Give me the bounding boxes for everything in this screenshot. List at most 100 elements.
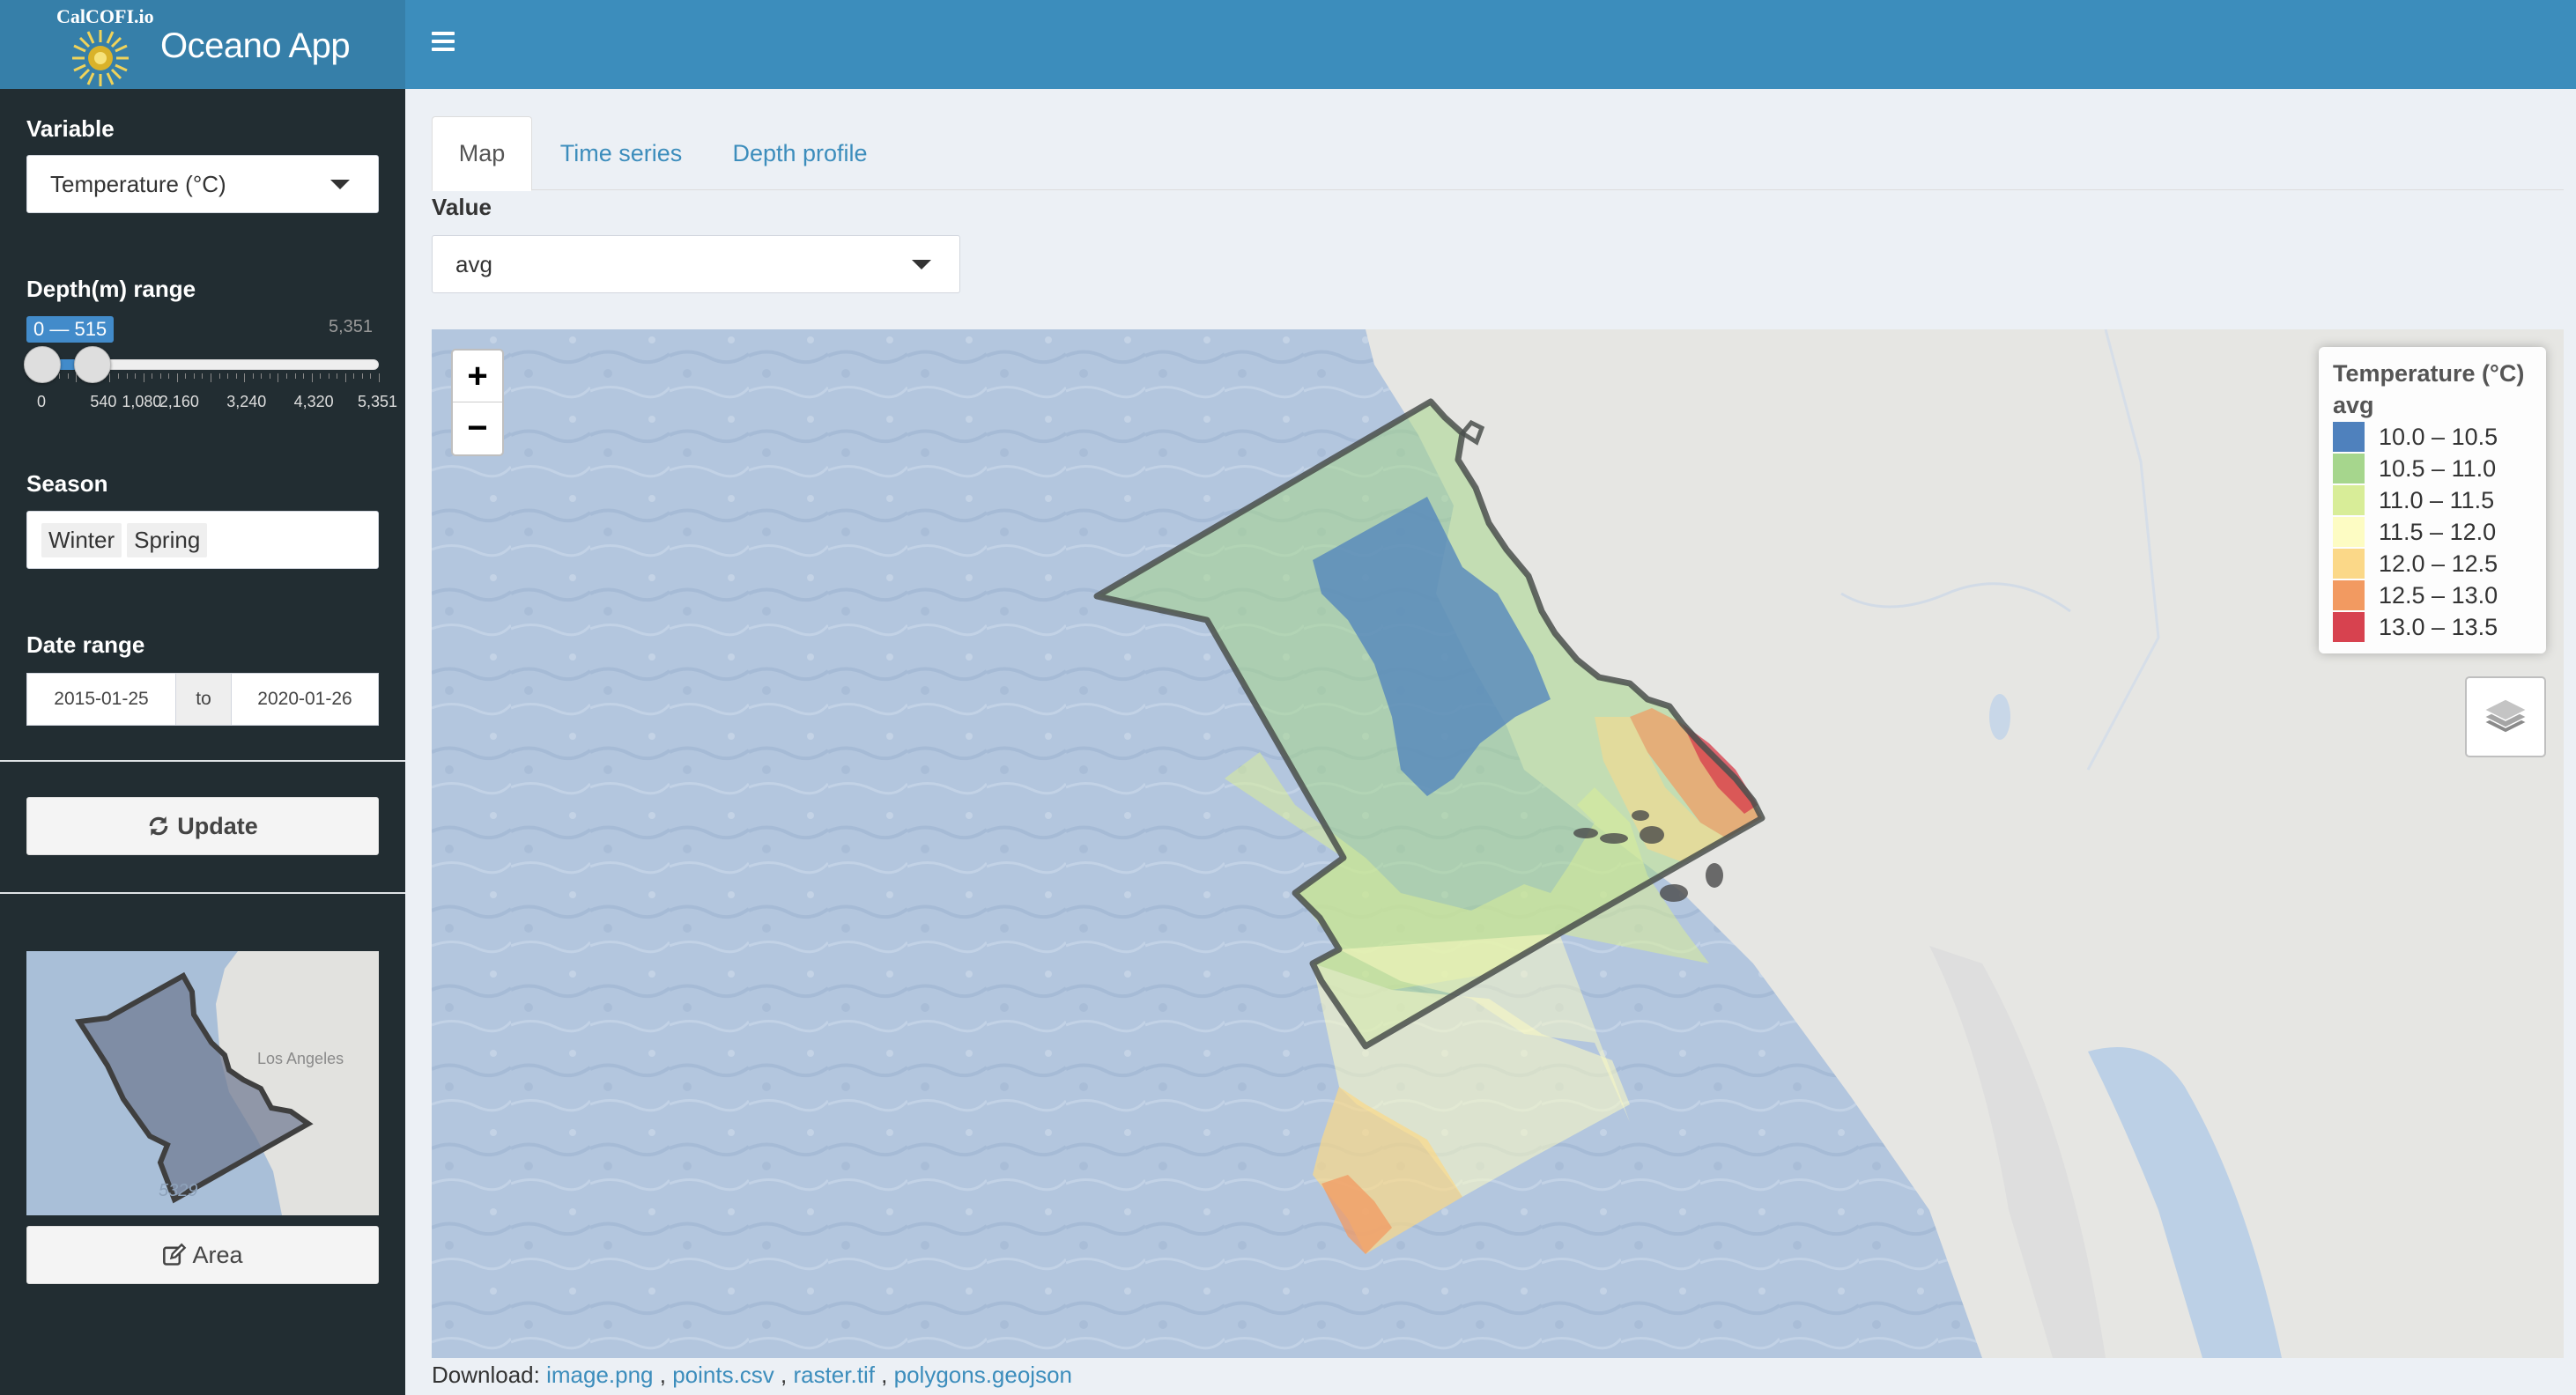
slider-tick-label: 5,351 — [358, 393, 398, 410]
legend-subtitle: avg — [2333, 392, 2374, 418]
date-start-input[interactable]: 2015-01-25 — [26, 673, 176, 726]
legend-label: 10.0 – 10.5 — [2379, 423, 2498, 450]
legend-label: 12.5 – 13.0 — [2379, 581, 2498, 609]
legend-label: 13.0 – 13.5 — [2379, 613, 2498, 640]
slider-tick — [109, 373, 111, 382]
variable-select[interactable]: Temperature (°C) — [26, 155, 379, 213]
slider-tick — [193, 373, 195, 379]
slider-tick — [235, 373, 237, 379]
zoom-control: + − — [451, 349, 504, 456]
slider-tick — [159, 373, 161, 379]
download-raster-link[interactable]: raster.tif — [793, 1362, 874, 1388]
edit-icon — [163, 1243, 187, 1266]
legend-row: 13.0 – 13.5 — [2333, 611, 2534, 643]
depth-slider-max-handle[interactable] — [73, 346, 111, 383]
legend-swatch — [2333, 580, 2365, 610]
season-chip-winter[interactable]: Winter — [41, 522, 122, 557]
slider-tick — [353, 373, 355, 379]
sidebar-divider — [0, 760, 405, 762]
slider-tick — [303, 373, 305, 379]
depth-range-label: Depth(m) range — [26, 276, 196, 302]
map-legend: Temperature (°C) avg 10.0 – 10.5 10.5 – 1… — [2319, 347, 2546, 653]
value-select[interactable]: avg — [432, 235, 960, 293]
chevron-down-icon — [912, 260, 931, 269]
legend-label: 12.0 – 12.5 — [2379, 550, 2498, 577]
slider-tick — [168, 373, 170, 379]
slider-tick — [285, 373, 287, 379]
date-separator: to — [175, 673, 232, 726]
slider-tick — [361, 373, 363, 379]
legend-swatch — [2333, 612, 2365, 642]
season-label: Season — [26, 470, 108, 497]
legend-swatch — [2333, 422, 2365, 452]
update-button[interactable]: Update — [26, 797, 379, 855]
update-button-label: Update — [177, 812, 258, 839]
area-minimap[interactable]: Los Angeles 5329 — [26, 951, 379, 1215]
sidebar: Variable Temperature (°C) Depth(m) range… — [0, 89, 405, 1395]
date-range-label: Date range — [26, 631, 145, 658]
download-label: Download: — [432, 1362, 540, 1388]
legend-row: 12.0 – 12.5 — [2333, 548, 2534, 579]
legend-row: 10.0 – 10.5 — [2333, 421, 2534, 453]
area-button[interactable]: Area — [26, 1226, 379, 1284]
slider-tick — [227, 373, 229, 379]
tab-time-series[interactable]: Time series — [546, 116, 696, 190]
legend-label: 10.5 – 11.0 — [2379, 454, 2497, 482]
depth-selected-badge: 0 — 515 — [26, 316, 115, 343]
legend-swatch — [2333, 485, 2365, 515]
slider-tick — [185, 373, 187, 379]
slider-tick — [320, 373, 322, 379]
legend-swatch — [2333, 454, 2365, 483]
legend-row: 12.5 – 13.0 — [2333, 579, 2534, 611]
download-polygons-link[interactable]: polygons.geojson — [894, 1362, 1072, 1388]
slider-tick-label: 3,240 — [226, 393, 267, 410]
depth-max-label: 5,351 — [329, 317, 374, 336]
slider-tick — [67, 373, 69, 379]
slider-tick — [176, 373, 178, 382]
slider-tick — [218, 373, 220, 379]
slider-tick — [202, 373, 204, 379]
zoom-in-button[interactable]: + — [453, 351, 502, 402]
calcofi-sun-logo — [72, 30, 129, 86]
legend-label: 11.5 – 12.0 — [2379, 518, 2497, 545]
zoom-out-button[interactable]: − — [453, 402, 502, 454]
slider-tick-label: 540 — [90, 393, 117, 410]
depth-slider-min-handle[interactable] — [24, 346, 61, 383]
sidebar-toggle-icon[interactable] — [432, 32, 455, 55]
lake — [1989, 694, 2010, 740]
map-canvas[interactable] — [432, 329, 2564, 1358]
legend-swatch — [2333, 549, 2365, 579]
legend-rows: 10.0 – 10.5 10.5 – 11.0 11.0 – 11.5 11.5 – … — [2333, 421, 2534, 643]
layers-button[interactable] — [2465, 676, 2546, 757]
slider-tick-label: 1,080 — [122, 393, 162, 410]
minimap-number: 5329 — [159, 1181, 198, 1200]
season-chip-spring[interactable]: Spring — [127, 522, 208, 557]
slider-tick — [126, 373, 128, 379]
legend-row: 10.5 – 11.0 — [2333, 453, 2534, 484]
slider-tick — [117, 373, 119, 379]
top-navbar — [405, 0, 2576, 89]
slider-tick — [370, 373, 372, 379]
legend-swatch — [2333, 517, 2365, 547]
slider-tick — [294, 373, 296, 379]
tab-depth-profile[interactable]: Depth profile — [712, 116, 888, 190]
slider-tick — [311, 373, 313, 382]
slider-tick-label: 0 — [37, 393, 47, 410]
app-title: Oceano App — [160, 26, 351, 65]
download-bar: Download: image.png , points.csv , raste… — [432, 1362, 1073, 1388]
main-tabs: Map Time series Depth profile — [432, 116, 2564, 191]
season-select[interactable]: Winter Spring — [26, 511, 379, 569]
map-view[interactable]: + − Temperature (°C) avg 10.0 – 10.5 10.5… — [432, 329, 2564, 1358]
legend-label: 11.0 – 11.5 — [2379, 486, 2495, 513]
legend-row: 11.0 – 11.5 — [2333, 484, 2534, 516]
logo-area: CalCOFI.io Oceano App — [0, 0, 405, 89]
slider-tick — [379, 373, 380, 382]
variable-select-value: Temperature (°C) — [50, 170, 226, 197]
slider-tick-label: 2,160 — [159, 393, 199, 410]
download-image-link[interactable]: image.png — [546, 1362, 653, 1388]
chevron-down-icon — [330, 180, 350, 189]
download-points-link[interactable]: points.csv — [672, 1362, 774, 1388]
date-end-input[interactable]: 2020-01-26 — [231, 673, 379, 726]
tab-map[interactable]: Map — [432, 116, 532, 191]
area-button-label: Area — [192, 1241, 243, 1268]
